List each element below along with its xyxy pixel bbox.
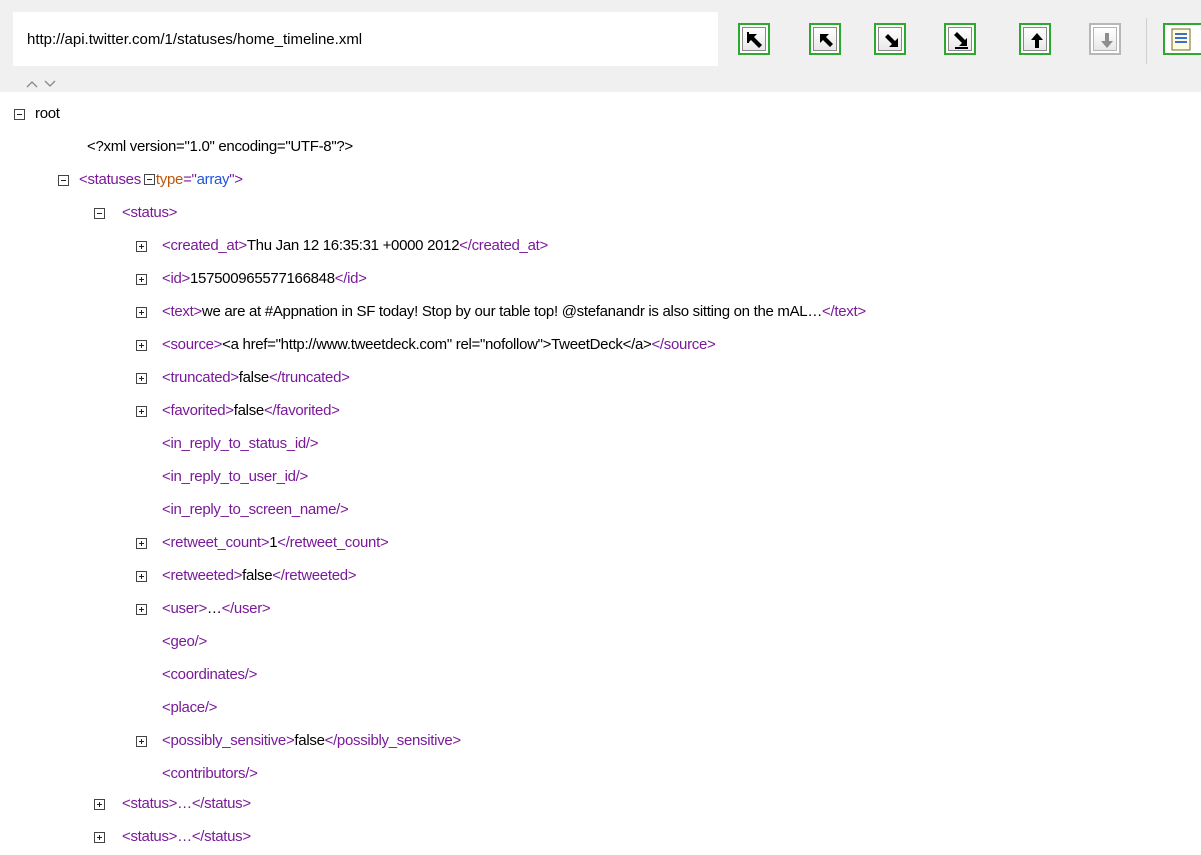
statuses-open-tag-close: "> — [229, 171, 243, 188]
collapse-attributes-toggle-icon[interactable] — [143, 174, 155, 185]
chevron-up-icon[interactable] — [26, 80, 38, 88]
empty-element-tag: <in_reply_to_user_id/> — [162, 468, 309, 485]
arrow-down-icon — [1101, 33, 1113, 48]
expand-toggle-icon[interactable] — [136, 307, 147, 318]
element-text: false — [238, 369, 269, 386]
close-tag: </truncated> — [268, 369, 350, 386]
close-tag: </created_at> — [459, 237, 548, 254]
open-tag: <possibly_sensitive> — [162, 732, 295, 749]
open-tag: <text> — [162, 303, 202, 320]
previous-button[interactable] — [809, 23, 841, 55]
up-button[interactable] — [1019, 23, 1051, 55]
root-label: root — [35, 105, 60, 122]
status-open-tag: <status> — [122, 204, 178, 221]
empty-element-tag: <in_reply_to_screen_name/> — [162, 501, 349, 518]
collapse-toggle-icon[interactable] — [14, 109, 25, 120]
empty-element-tag: <coordinates/> — [162, 666, 258, 683]
empty-element-tag: <geo/> — [162, 633, 207, 650]
attr-value: array — [196, 171, 230, 188]
declaration-text: <?xml version="1.0" encoding="UTF-8"?> — [87, 138, 353, 155]
close-tag: </user> — [221, 600, 271, 617]
close-tag: </source> — [651, 336, 716, 353]
open-tag: <user> — [162, 600, 207, 617]
document-button[interactable] — [1163, 23, 1201, 55]
close-tag: </text> — [822, 303, 866, 320]
expand-toggle-icon[interactable] — [136, 538, 147, 549]
arrow-up-icon — [1031, 33, 1043, 48]
arrow-up-left-icon — [820, 34, 833, 47]
document-icon — [1171, 28, 1191, 51]
toolbar — [0, 0, 1201, 92]
expand-toggle-icon[interactable] — [136, 571, 147, 582]
close-tag: </favorited> — [263, 402, 340, 419]
close-tag: </retweet_count> — [277, 534, 389, 551]
expand-toggle-icon[interactable] — [94, 832, 105, 843]
collapse-toggle-icon[interactable] — [58, 175, 69, 186]
expand-toggle-icon[interactable] — [136, 340, 147, 351]
status-collapsed-label: <status>…</status> — [122, 795, 251, 812]
empty-element-tag: <place/> — [162, 699, 218, 716]
arrow-down-right-icon — [885, 34, 898, 47]
close-tag: </retweeted> — [272, 567, 357, 584]
empty-element-tag: <contributors/> — [162, 765, 258, 782]
open-tag: <retweeted> — [162, 567, 243, 584]
statuses-open-tag: <statuses — [79, 171, 141, 188]
element-text: Thu Jan 12 16:35:31 +0000 2012 — [246, 237, 460, 254]
expand-toggle-icon[interactable] — [136, 241, 147, 252]
url-input[interactable] — [13, 12, 718, 66]
open-tag: <id> — [162, 270, 190, 287]
toolbar-separator — [1146, 18, 1147, 64]
element-text: we are at #Appnation in SF today! Stop b… — [201, 303, 823, 320]
open-tag: <retweet_count> — [162, 534, 270, 551]
empty-element-tag: <in_reply_to_status_id/> — [162, 435, 319, 452]
element-text: false — [294, 732, 325, 749]
attr-eq: =" — [183, 171, 197, 188]
element-text: 157500965577166848 — [190, 270, 335, 287]
close-tag: </id> — [334, 270, 367, 287]
close-tag: </possibly_sensitive> — [324, 732, 462, 749]
element-text: <a href="http://www.tweetdeck.com" rel="… — [222, 336, 652, 353]
xml-declaration: <?xml version="1.0" encoding="UTF-8"?> — [87, 137, 353, 170]
expand-toggle-icon[interactable] — [136, 373, 147, 384]
attr-name: type — [155, 171, 184, 188]
arrow-up-left-bar-icon — [747, 32, 762, 48]
open-tag: <created_at> — [162, 237, 247, 254]
element-text: false — [233, 402, 264, 419]
expand-toggle-icon[interactable] — [136, 736, 147, 747]
element-text: … — [206, 600, 222, 617]
open-tag: <truncated> — [162, 369, 239, 386]
expand-toggle-icon[interactable] — [136, 604, 147, 615]
open-tag: <source> — [162, 336, 223, 353]
arrow-down-right-bar-icon — [954, 32, 968, 49]
element-text: false — [242, 567, 273, 584]
collapse-toggle-icon[interactable] — [94, 208, 105, 219]
open-tag: <favorited> — [162, 402, 234, 419]
chevron-down-icon[interactable] — [44, 80, 56, 88]
expand-toggle-icon[interactable] — [136, 274, 147, 285]
expand-toggle-icon[interactable] — [136, 406, 147, 417]
first-button[interactable] — [738, 23, 770, 55]
next-button[interactable] — [874, 23, 906, 55]
down-button[interactable] — [1089, 23, 1121, 55]
last-button[interactable] — [944, 23, 976, 55]
status-collapsed-label: <status>…</status> — [122, 828, 251, 845]
expand-toggle-icon[interactable] — [94, 799, 105, 810]
